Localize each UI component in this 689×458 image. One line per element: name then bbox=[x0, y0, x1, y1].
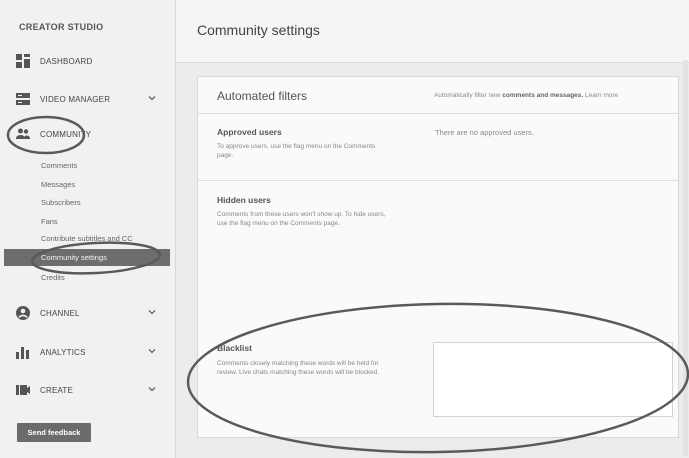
divider bbox=[198, 180, 678, 181]
sub-item-fans[interactable]: Fans bbox=[41, 217, 58, 226]
card-description-text: Automatically filter new bbox=[434, 92, 501, 99]
sidebar: CREATOR STUDIO DASHBOARD VIDEO MANAGER C… bbox=[0, 0, 176, 458]
sidebar-item-label: CHANNEL bbox=[40, 308, 80, 318]
card-description-bold: comments and messages. bbox=[502, 92, 584, 99]
divider bbox=[198, 113, 678, 114]
sidebar-item-label: COMMUNITY bbox=[40, 129, 92, 139]
page-header: Community settings bbox=[176, 0, 689, 63]
video-manager-icon bbox=[16, 93, 30, 105]
sidebar-item-analytics[interactable]: ANALYTICS bbox=[0, 341, 175, 363]
blacklist-label: Blacklist bbox=[217, 343, 252, 353]
automated-filters-card: Automated filters Automatically filter n… bbox=[197, 76, 679, 438]
sidebar-item-label: CREATE bbox=[40, 385, 74, 395]
channel-icon bbox=[16, 306, 30, 320]
sidebar-item-video-manager[interactable]: VIDEO MANAGER bbox=[0, 88, 175, 110]
learn-more-link[interactable]: Learn more bbox=[585, 92, 618, 99]
card-description: Automatically filter new comments and me… bbox=[434, 92, 618, 99]
sidebar-item-create[interactable]: CREATE bbox=[0, 379, 175, 401]
sub-item-subscribers[interactable]: Subscribers bbox=[41, 198, 81, 207]
sub-item-messages[interactable]: Messages bbox=[41, 180, 75, 189]
hidden-users-help: Comments from these users won't show up.… bbox=[217, 211, 386, 227]
sidebar-item-community[interactable]: COMMUNITY bbox=[0, 123, 175, 145]
main-content: Community settings Automated filters Aut… bbox=[176, 0, 689, 458]
analytics-icon bbox=[16, 347, 29, 359]
sidebar-item-label: VIDEO MANAGER bbox=[40, 94, 111, 104]
card-title: Automated filters bbox=[217, 89, 308, 103]
hidden-users-label: Hidden users bbox=[217, 195, 271, 205]
dashboard-icon bbox=[16, 54, 30, 68]
blacklist-help: Comments closely matching these words wi… bbox=[217, 360, 380, 376]
approved-users-help: To approve users, use the flag menu on t… bbox=[217, 143, 376, 159]
create-icon bbox=[16, 385, 30, 395]
sub-item-community-settings[interactable]: Community settings bbox=[4, 249, 170, 266]
chevron-down-icon[interactable] bbox=[146, 345, 158, 357]
send-feedback-button[interactable]: Send feedback bbox=[17, 423, 91, 442]
approved-users-empty: There are no approved users. bbox=[435, 128, 534, 137]
sidebar-item-label: ANALYTICS bbox=[40, 347, 86, 357]
chevron-down-icon[interactable] bbox=[146, 383, 158, 395]
approved-users-label: Approved users bbox=[217, 127, 282, 137]
sub-item-comments[interactable]: Comments bbox=[41, 161, 77, 170]
creator-studio-title: CREATOR STUDIO bbox=[19, 22, 104, 32]
scrollbar[interactable] bbox=[683, 60, 688, 456]
page-title: Community settings bbox=[197, 22, 320, 38]
sub-item-label: Community settings bbox=[41, 253, 107, 262]
sub-item-credits[interactable]: Credits bbox=[41, 273, 65, 282]
chevron-down-icon[interactable] bbox=[146, 306, 158, 318]
sidebar-item-label: DASHBOARD bbox=[40, 56, 93, 66]
chevron-down-icon[interactable] bbox=[146, 92, 158, 104]
sidebar-item-dashboard[interactable]: DASHBOARD bbox=[0, 50, 175, 72]
sidebar-item-channel[interactable]: CHANNEL bbox=[0, 302, 175, 324]
community-icon bbox=[16, 128, 30, 139]
blacklist-input[interactable] bbox=[433, 342, 673, 417]
sub-item-contribute-subtitles[interactable]: Contribute subtitles and CC bbox=[41, 234, 133, 243]
